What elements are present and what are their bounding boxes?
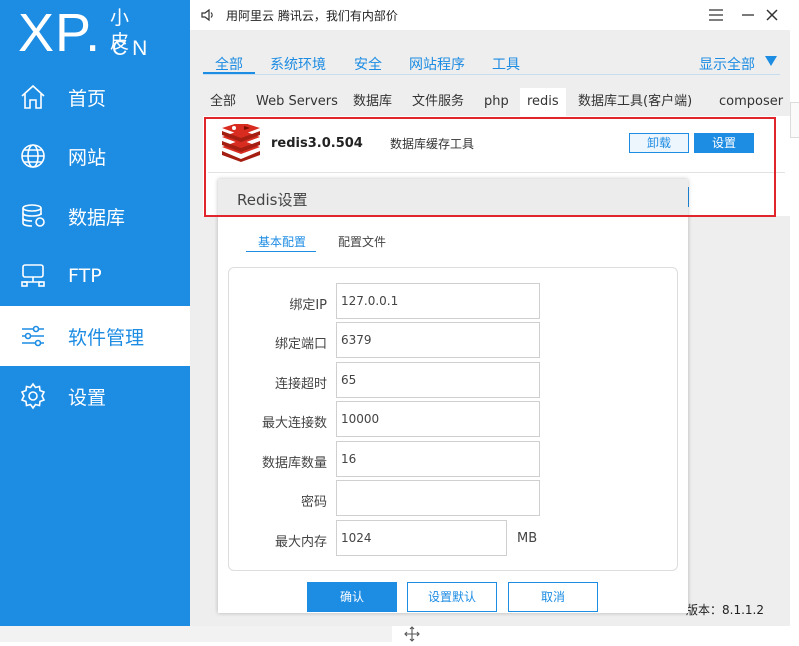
cancel-button[interactable]: 取消 xyxy=(508,582,598,612)
max-memory-input[interactable]: 1024 xyxy=(336,520,507,556)
subtab-web-servers[interactable]: Web Servers xyxy=(249,88,345,116)
subtab-file-service[interactable]: 文件服务 xyxy=(405,88,471,116)
set-default-button[interactable]: 设置默认 xyxy=(407,582,497,612)
menu-icon[interactable] xyxy=(706,5,726,25)
sidebar-item-database[interactable]: 数据库 xyxy=(0,186,190,246)
version-label: 版本：8.1.1.2 xyxy=(686,603,764,617)
password-label: 密码 xyxy=(300,495,327,510)
move-icon[interactable] xyxy=(404,626,420,642)
sidebar-item-label: 数据库 xyxy=(68,206,126,229)
max-clients-label: 最大连接数 xyxy=(261,416,327,431)
sidebar-item-settings[interactable]: 设置 xyxy=(0,366,190,426)
title-bar: 用阿里云 腾讯云，我们有内部价 xyxy=(190,0,799,30)
confirm-button[interactable]: 确认 xyxy=(307,582,397,612)
triangle-down-icon[interactable] xyxy=(765,56,777,66)
software-name: redis3.0.504 xyxy=(271,136,363,151)
active-tab-indicator xyxy=(203,72,255,74)
redis-settings-dialog: Redis设置 基本配置 配置文件 绑定IP 127.0.0.1 绑定端口 63… xyxy=(218,179,688,613)
databases-label: 数据库数量 xyxy=(261,456,327,471)
scroll-tab[interactable] xyxy=(790,102,799,138)
home-icon xyxy=(18,82,48,112)
row-divider xyxy=(208,172,785,173)
tab-all[interactable]: 全部 xyxy=(215,54,243,74)
max-memory-label: 最大内存 xyxy=(274,535,327,550)
ftp-icon xyxy=(18,261,48,291)
subtab-redis[interactable]: redis xyxy=(520,88,566,116)
bottom-strip xyxy=(0,626,799,642)
settings-button[interactable]: 设置 xyxy=(694,133,754,153)
tab-system-env[interactable]: 系统环境 xyxy=(270,54,326,74)
sidebar-item-label: 网站 xyxy=(68,146,107,169)
tab-tools[interactable]: 工具 xyxy=(492,54,520,74)
tab-config-file[interactable]: 配置文件 xyxy=(338,233,386,250)
subtab-php[interactable]: php xyxy=(477,88,516,116)
sidebar-item-ftp[interactable]: FTP xyxy=(0,246,190,306)
logo-main: XP. xyxy=(18,3,102,63)
globe-icon xyxy=(18,141,48,171)
promo-notice[interactable]: 用阿里云 腾讯云，我们有内部价 xyxy=(226,7,398,24)
subtab-all[interactable]: 全部 xyxy=(203,88,243,116)
tab-web-programs[interactable]: 网站程序 xyxy=(409,54,465,74)
app-window: XP. 小皮 CN 首页 网站 数据库 FTP 软件管理 设置 用阿里云 腾讯云… xyxy=(0,0,799,642)
speaker-icon xyxy=(200,7,216,23)
bottom-strip-shade xyxy=(0,626,392,642)
sliders-icon xyxy=(18,321,48,351)
sidebar-item-label: 设置 xyxy=(68,386,107,409)
subtab-db-client-tools[interactable]: 数据库工具(客户端) xyxy=(571,88,699,116)
sidebar-item-label: 首页 xyxy=(68,87,107,110)
dialog-header[interactable]: Redis设置 xyxy=(218,179,688,217)
software-description: 数据库缓存工具 xyxy=(390,137,475,151)
sidebar-item-home[interactable]: 首页 xyxy=(0,67,190,127)
max-clients-input[interactable]: 10000 xyxy=(336,401,540,437)
minimize-icon[interactable] xyxy=(738,5,758,25)
bind-port-label: 绑定端口 xyxy=(274,337,327,352)
right-edge xyxy=(790,30,799,626)
subtab-composer[interactable]: composer xyxy=(712,88,790,116)
redis-logo-icon xyxy=(220,122,262,162)
timeout-input[interactable]: 65 xyxy=(336,362,540,398)
uninstall-button[interactable]: 卸载 xyxy=(629,133,689,153)
subtab-database[interactable]: 数据库 xyxy=(346,88,399,116)
sidebar-item-label: FTP xyxy=(68,265,102,287)
sidebar: XP. 小皮 CN 首页 网站 数据库 FTP 软件管理 设置 xyxy=(0,0,190,626)
bind-port-input[interactable]: 6379 xyxy=(336,322,540,358)
tabs-divider xyxy=(203,74,780,75)
secondary-tabs: 全部 Web Servers 数据库 文件服务 php redis 数据库工具(… xyxy=(203,88,790,116)
databases-input[interactable]: 16 xyxy=(336,441,540,477)
close-icon[interactable] xyxy=(762,5,782,25)
sidebar-item-software[interactable]: 软件管理 xyxy=(0,306,190,366)
tab-security[interactable]: 安全 xyxy=(354,54,382,74)
database-icon xyxy=(18,201,48,231)
sidebar-item-label: 软件管理 xyxy=(68,326,145,349)
show-all-button[interactable]: 显示全部 xyxy=(699,54,755,74)
tab-basic-config[interactable]: 基本配置 xyxy=(258,233,306,250)
max-memory-unit: MB xyxy=(517,531,538,546)
dialog-title: Redis设置 xyxy=(237,191,308,209)
timeout-label: 连接超时 xyxy=(274,377,327,392)
sidebar-item-website[interactable]: 网站 xyxy=(0,126,190,186)
active-dialog-tab-indicator xyxy=(246,251,316,252)
bind-ip-input[interactable]: 127.0.0.1 xyxy=(336,283,540,319)
logo-cn-bottom: CN xyxy=(112,37,153,60)
bind-ip-label: 绑定IP xyxy=(289,298,327,313)
settings-form: 绑定IP 127.0.0.1 绑定端口 6379 连接超时 65 最大连接数 1… xyxy=(228,267,678,571)
password-input[interactable] xyxy=(336,480,540,516)
gear-icon xyxy=(18,381,48,411)
